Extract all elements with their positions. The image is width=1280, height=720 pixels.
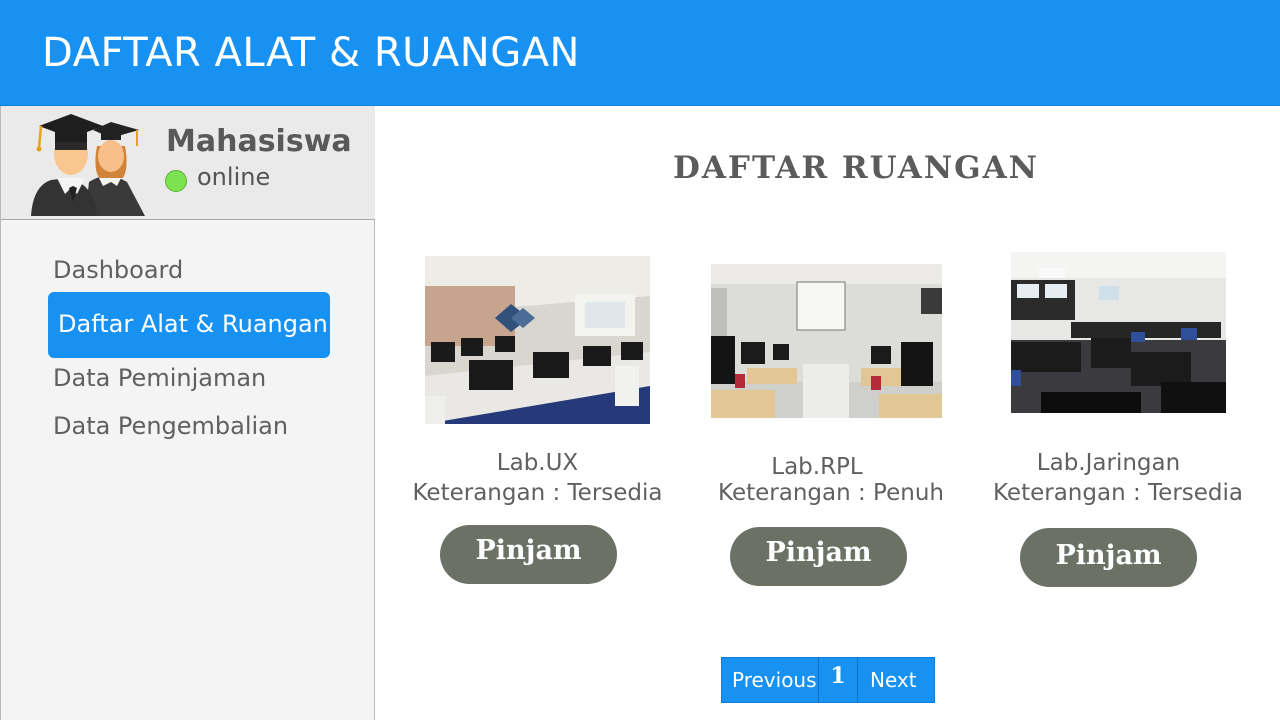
pinjam-button-lab-rpl[interactable]: Pinjam xyxy=(730,527,907,586)
room-status: Keterangan : Tersedia xyxy=(412,480,663,506)
nav-item-daftar-alat-ruangan[interactable]: Daftar Alat & Ruangan xyxy=(48,292,330,358)
online-status-icon xyxy=(165,170,187,192)
pinjam-button-lab-ux[interactable]: Pinjam xyxy=(440,525,617,584)
pagination-next[interactable]: Next xyxy=(870,668,917,692)
pagination-previous[interactable]: Previous xyxy=(732,668,817,692)
pinjam-button-label: Pinjam xyxy=(475,535,582,566)
user-role: Mahasiswa xyxy=(166,124,352,159)
room-photo-lab-ux xyxy=(425,256,650,424)
user-status: online xyxy=(197,163,271,191)
room-status: Keterangan : Penuh xyxy=(718,480,944,506)
nav-item-dashboard[interactable]: Dashboard xyxy=(53,256,183,284)
pagination: Previous 1 Next xyxy=(721,657,935,703)
section-title: DAFTAR RUANGAN xyxy=(673,150,1040,186)
nav-item-data-peminjaman[interactable]: Data Peminjaman xyxy=(53,364,266,392)
room-name: Lab.UX xyxy=(496,450,579,476)
sidebar: Mahasiswa online Dashboard Daftar Alat &… xyxy=(0,106,375,720)
app-header: DAFTAR ALAT & RUANGAN xyxy=(0,0,1280,106)
pinjam-button-label: Pinjam xyxy=(765,537,872,568)
room-photo-lab-rpl xyxy=(711,264,942,418)
pinjam-button-lab-jaringan[interactable]: Pinjam xyxy=(1020,528,1197,587)
room-photo-lab-jaringan xyxy=(1011,252,1226,413)
pagination-page-1[interactable]: 1 xyxy=(818,658,858,702)
room-status: Keterangan : Tersedia xyxy=(993,480,1243,506)
graduates-icon xyxy=(27,108,151,216)
room-name: Lab.RPL xyxy=(771,454,863,480)
nav-item-data-pengembalian[interactable]: Data Pengembalian xyxy=(53,412,288,440)
pinjam-button-label: Pinjam xyxy=(1055,540,1162,571)
room-name: Lab.Jaringan xyxy=(1036,450,1181,476)
pagination-page-number: 1 xyxy=(830,663,846,689)
user-profile: Mahasiswa online xyxy=(1,106,375,220)
page-title: DAFTAR ALAT & RUANGAN xyxy=(42,30,580,76)
nav-item-label: Daftar Alat & Ruangan xyxy=(58,310,328,338)
